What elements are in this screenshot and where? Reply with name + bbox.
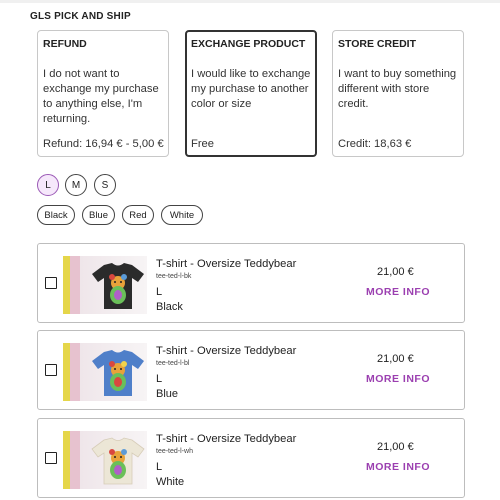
product-thumbnail[interactable] (63, 256, 147, 314)
product-card: T-shirt - Oversize Teddybear tee-ted-l-b… (37, 330, 465, 410)
option-title: EXCHANGE PRODUCT (191, 38, 306, 50)
black-tshirt-teddybear-image (92, 263, 144, 309)
product-sku: tee-ted-l-bk (156, 273, 192, 280)
product-size: L (156, 461, 163, 473)
option-title: STORE CREDIT (338, 38, 416, 50)
thumb-strip (63, 343, 70, 401)
product-name: T-shirt - Oversize Teddybear (156, 345, 297, 357)
option-title: REFUND (43, 38, 87, 50)
option-exchange-product[interactable]: EXCHANGE PRODUCT I would like to exchang… (185, 30, 317, 157)
product-thumbnail[interactable] (63, 343, 147, 401)
size-chip-m[interactable]: M (65, 174, 87, 196)
color-chip-black[interactable]: Black (37, 205, 75, 225)
product-card: T-shirt - Oversize Teddybear tee-ted-l-w… (37, 418, 465, 498)
color-chip-white[interactable]: White (161, 205, 203, 225)
product-checkbox[interactable] (45, 452, 57, 464)
option-price: Free (191, 138, 215, 150)
return-options: REFUND I do not want to exchange my purc… (37, 30, 466, 157)
option-price: Credit: 18,63 € (338, 138, 412, 150)
more-info-link[interactable]: MORE INFO (366, 461, 430, 473)
product-name: T-shirt - Oversize Teddybear (156, 433, 297, 445)
option-description: I do not want to exchange my purchase to… (43, 68, 159, 125)
product-card: T-shirt - Oversize Teddybear tee-ted-l-b… (37, 243, 465, 323)
thumb-strip (70, 256, 80, 314)
more-info-link[interactable]: MORE INFO (366, 286, 430, 298)
section-title: GLS PICK AND SHIP (30, 11, 131, 22)
blue-tshirt-teddybear-image (92, 350, 144, 396)
thumb-strip (70, 431, 80, 489)
product-thumbnail[interactable] (63, 431, 147, 489)
product-sku: tee-ted-l-bl (156, 360, 190, 367)
product-checkbox[interactable] (45, 277, 57, 289)
thumb-strip (63, 431, 70, 489)
product-size: L (156, 286, 163, 298)
size-chip-l[interactable]: L (37, 174, 59, 196)
product-price: 21,00 € (377, 353, 414, 365)
product-checkbox[interactable] (45, 364, 57, 376)
option-refund[interactable]: REFUND I do not want to exchange my purc… (37, 30, 169, 157)
top-divider (0, 0, 500, 3)
option-store-credit[interactable]: STORE CREDIT I want to buy something dif… (332, 30, 464, 157)
product-color: Blue (156, 388, 179, 400)
product-size: L (156, 373, 163, 385)
thumb-strip (70, 343, 80, 401)
product-name: T-shirt - Oversize Teddybear (156, 258, 297, 270)
option-price: Refund: 16,94 € - 5,00 € (43, 138, 164, 150)
color-chip-red[interactable]: Red (122, 205, 154, 225)
option-description: I would like to exchange my purchase to … (191, 68, 311, 110)
thumb-strip (63, 256, 70, 314)
product-price: 21,00 € (377, 441, 414, 453)
more-info-link[interactable]: MORE INFO (366, 373, 430, 385)
size-chip-s[interactable]: S (94, 174, 116, 196)
product-color: White (156, 476, 185, 488)
product-price: 21,00 € (377, 266, 414, 278)
color-chip-blue[interactable]: Blue (82, 205, 115, 225)
option-description: I want to buy something different with s… (338, 68, 457, 110)
product-color: Black (156, 301, 183, 313)
product-sku: tee-ted-l-wh (156, 448, 193, 455)
white-tshirt-teddybear-image (91, 437, 145, 485)
